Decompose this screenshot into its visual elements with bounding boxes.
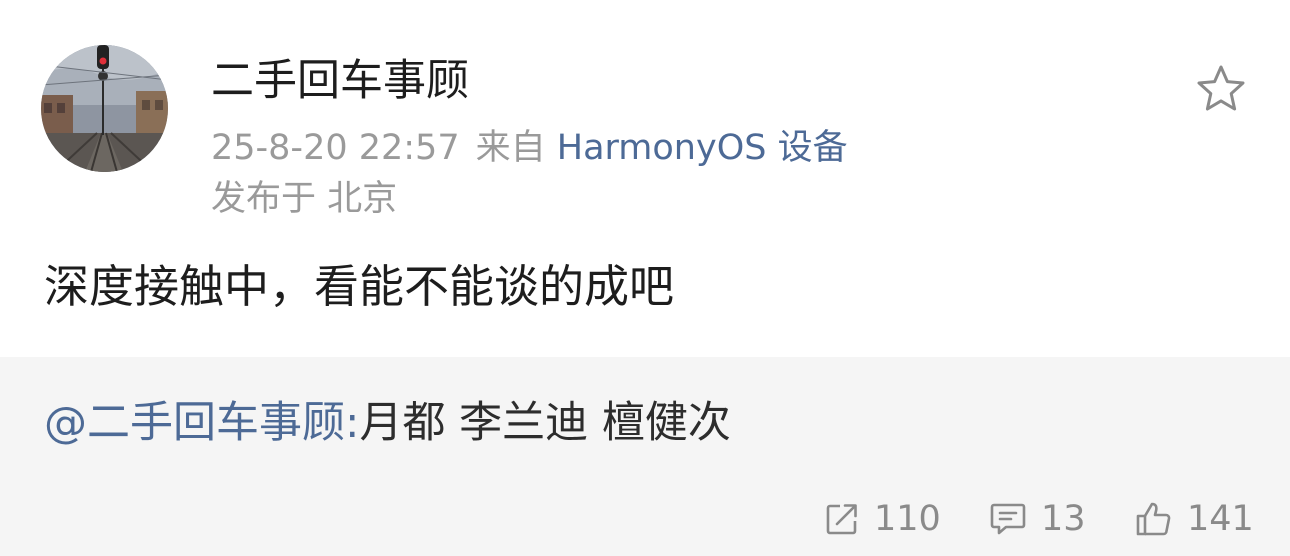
comment-icon [990, 503, 1026, 535]
source-prefix: 来自 [475, 128, 546, 168]
comment-count: 13 [1041, 499, 1086, 539]
repost-body: 月都 李兰迪 檀健次 [359, 398, 731, 448]
star-icon [1197, 65, 1245, 111]
repost-text: @二手回车事顾:月都 李兰迪 檀健次 [44, 395, 731, 451]
post-location: 发布于 北京 [211, 179, 398, 219]
post-meta: 25-8-20 22:57 来自 HarmonyOS 设备 [211, 124, 848, 172]
repost-mention-link[interactable]: @二手回车事顾: [44, 398, 360, 448]
weibo-post: 二手回车事顾 25-8-20 22:57 来自 HarmonyOS 设备 发布于 … [0, 0, 1290, 556]
like-button[interactable]: 141 [1135, 497, 1254, 541]
source-device-link[interactable]: HarmonyOS 设备 [557, 128, 848, 168]
share-count: 110 [874, 499, 941, 539]
favorite-button[interactable] [1195, 63, 1247, 115]
thumbs-up-icon [1136, 502, 1171, 536]
like-count: 141 [1187, 499, 1254, 539]
share-icon [826, 504, 857, 535]
comment-button[interactable]: 13 [989, 497, 1086, 541]
share-button[interactable]: 110 [824, 497, 941, 541]
avatar-railway-photo [41, 45, 168, 172]
repost-container[interactable] [0, 357, 1290, 556]
avatar[interactable] [41, 45, 168, 172]
post-text: 深度接触中，看能不能谈的成吧 [44, 260, 675, 313]
author-name[interactable]: 二手回车事顾 [211, 53, 469, 109]
post-timestamp: 25-8-20 22:57 [211, 128, 460, 168]
